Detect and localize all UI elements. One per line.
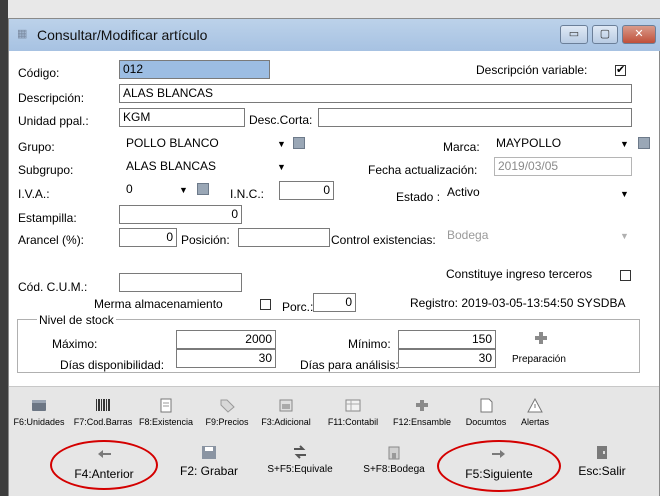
merma-label: Merma almacenamiento [94, 297, 223, 311]
cum-label: Cód. C.U.M.: [18, 280, 88, 294]
existencia-button[interactable]: F8:Existencia [138, 398, 194, 427]
precios-button[interactable]: F9:Precios [203, 398, 251, 427]
minimo-input[interactable]: 150 [398, 330, 496, 349]
unidad-input[interactable]: KGM [119, 108, 245, 127]
ensamble-button[interactable]: F12:Ensamble [390, 398, 454, 427]
puzzle-icon [414, 398, 430, 413]
exit-icon [594, 445, 610, 460]
cum-input[interactable] [119, 273, 242, 292]
salir-button[interactable]: Esc:Salir [562, 445, 642, 478]
price-tag-icon [219, 398, 235, 413]
barcode-icon [95, 398, 111, 413]
maximize-button[interactable]: ▢ [592, 25, 618, 44]
registro-text: Registro: 2019-03-05-13:54:50 SYSDBA [410, 296, 626, 310]
posicion-label: Posición: [181, 233, 230, 247]
units-button[interactable]: F6:Unidades [10, 398, 68, 427]
arancel-input[interactable]: 0 [119, 228, 177, 247]
warehouse-icon [386, 445, 402, 460]
merma-checkbox[interactable] [260, 299, 271, 310]
left-background-strip [0, 0, 8, 496]
accounting-icon [345, 398, 361, 413]
marca-label: Marca: [443, 140, 480, 154]
stock-legend: Nivel de stock [37, 313, 116, 327]
grabar-button[interactable]: F2: Grabar [170, 445, 248, 478]
posicion-input[interactable] [238, 228, 330, 247]
document-icon [478, 398, 494, 413]
estado-select[interactable]: Activo [447, 185, 480, 199]
desc-corta-label: Desc.Corta: [249, 113, 313, 127]
control-dropdown-arrow[interactable]: ▼ [620, 231, 629, 241]
inc-input[interactable]: 0 [279, 181, 334, 200]
subgrupo-select[interactable]: ALAS BLANCAS [126, 159, 216, 173]
dias-disponibilidad-label: Días disponibilidad: [60, 358, 165, 372]
window-title: Consultar/Modificar artículo [37, 27, 208, 43]
highlight-circle-siguiente [437, 440, 561, 492]
barcode-button[interactable]: F7:Cod.Barras [72, 398, 134, 427]
grupo-select[interactable]: POLLO BLANCO [126, 136, 219, 150]
estampilla-input[interactable]: 0 [119, 205, 242, 224]
minimize-button[interactable]: ▭ [560, 25, 588, 44]
marca-dropdown-arrow[interactable]: ▼ [620, 139, 629, 149]
marca-lookup-icon[interactable] [638, 137, 650, 149]
control-label: Control existencias: [331, 233, 436, 247]
arancel-label: Arancel (%): [18, 233, 85, 247]
control-select[interactable]: Bodega [447, 228, 488, 242]
grupo-dropdown-arrow[interactable]: ▼ [277, 139, 286, 149]
save-icon [201, 445, 217, 460]
dias-disponibilidad-input[interactable]: 30 [176, 349, 276, 368]
estado-dropdown-arrow[interactable]: ▼ [620, 189, 629, 199]
descripcion-label: Descripción: [18, 91, 85, 105]
stock-icon [158, 398, 174, 413]
equivalence-icon [292, 445, 308, 460]
constituye-label: Constituye ingreso terceros [446, 267, 593, 281]
maximo-input[interactable]: 2000 [176, 330, 276, 349]
adicional-button[interactable]: F3:Adicional [254, 398, 318, 427]
contabil-button[interactable]: F11:Contabil [324, 398, 382, 427]
estampilla-label: Estampilla: [18, 211, 77, 225]
units-icon [31, 398, 47, 413]
alert-icon [527, 397, 543, 413]
highlight-circle-anterior [50, 440, 158, 490]
codigo-label: Código: [18, 66, 60, 80]
desc-variable-checkbox[interactable]: ✔ [615, 65, 626, 76]
close-button[interactable]: ✕ [622, 25, 656, 44]
iva-label: I.V.A.: [18, 187, 50, 201]
iva-select[interactable]: 0 [126, 182, 133, 196]
estado-label: Estado : [396, 190, 441, 204]
porc-label: Porc.: [282, 300, 314, 314]
fecha-input[interactable]: 2019/03/05 [494, 157, 632, 176]
unidad-label: Unidad ppal.: [18, 114, 89, 128]
bodega-button[interactable]: S+F8:Bodega [354, 445, 434, 475]
documentos-button[interactable]: Documtos [460, 398, 512, 427]
dias-analisis-input[interactable]: 30 [398, 349, 496, 368]
porc-input[interactable]: 0 [313, 293, 356, 312]
constituye-checkbox[interactable] [620, 270, 631, 281]
desc-variable-label: Descripción variable: [476, 63, 588, 77]
equivale-button[interactable]: S+F5:Equivale [260, 445, 340, 475]
marca-select[interactable]: MAYPOLLO [496, 136, 561, 150]
grupo-lookup-icon[interactable] [293, 137, 305, 149]
minimo-label: Mínimo: [348, 337, 391, 351]
preparacion-icon[interactable] [532, 330, 550, 346]
additional-icon [278, 398, 294, 413]
preparacion-button[interactable]: Preparación [512, 354, 566, 365]
alertas-button[interactable]: Alertas [512, 397, 558, 427]
fecha-label: Fecha actualización: [368, 163, 478, 177]
inc-label: I.N.C.: [230, 187, 265, 201]
grupo-label: Grupo: [18, 140, 55, 154]
descripcion-input[interactable]: ALAS BLANCAS [119, 84, 632, 103]
subgrupo-label: Subgrupo: [18, 163, 74, 177]
iva-dropdown-arrow[interactable]: ▼ [179, 185, 188, 195]
dias-analisis-label: Días para análisis: [300, 358, 399, 372]
maximo-label: Máximo: [52, 337, 98, 351]
codigo-input[interactable]: 012 [119, 60, 270, 79]
desc-corta-input[interactable] [318, 108, 632, 127]
iva-lookup-icon[interactable] [197, 183, 209, 195]
subgrupo-dropdown-arrow[interactable]: ▼ [277, 162, 286, 172]
app-icon: ▦ [17, 28, 28, 40]
